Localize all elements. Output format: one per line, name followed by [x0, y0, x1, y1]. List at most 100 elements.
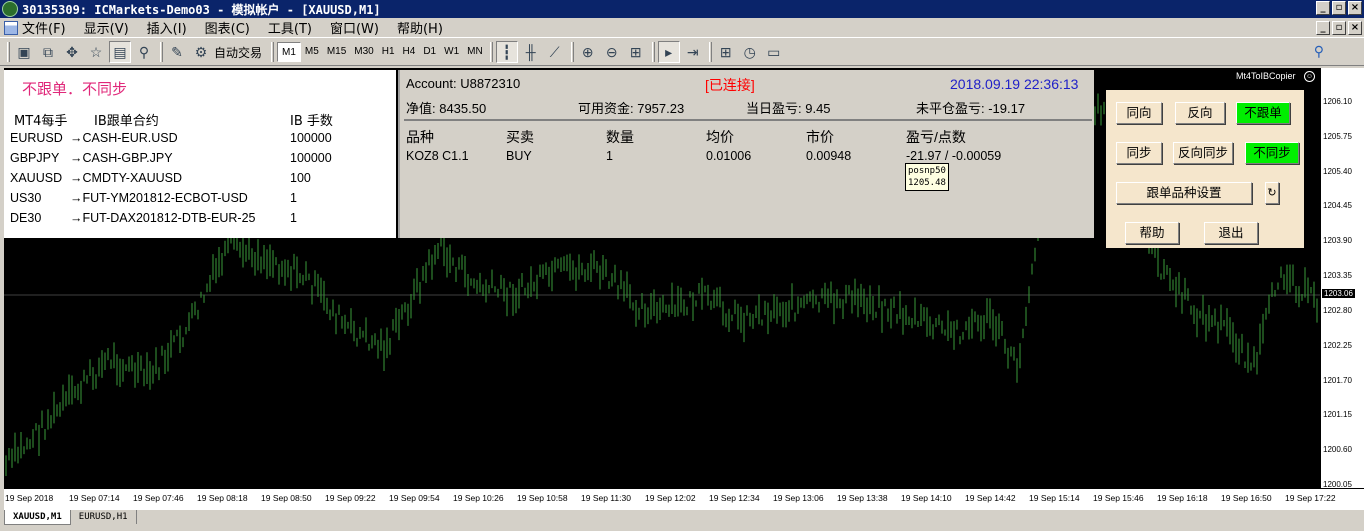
new-chart-icon[interactable]: ▣	[13, 41, 35, 63]
periods-icon[interactable]: ◷	[739, 41, 761, 63]
timeframe-m15[interactable]: M15	[323, 42, 350, 62]
col-avg-price: 均价	[706, 129, 734, 145]
new-order-icon[interactable]: ✎	[166, 41, 188, 63]
account-id: Account: U8872310	[406, 76, 521, 91]
toolbar-grip[interactable]	[7, 42, 10, 62]
exit-button[interactable]: 退出	[1204, 222, 1258, 244]
timeframe-mn[interactable]: MN	[463, 42, 487, 62]
menu-file[interactable]: 文件(F)	[22, 18, 75, 37]
help-button[interactable]: 帮助	[1125, 222, 1179, 244]
symbol-settings-button[interactable]: 跟单品种设置	[1116, 182, 1252, 204]
search-icon[interactable]: ⚲	[1314, 43, 1324, 60]
same-direction-button[interactable]: 同向	[1116, 102, 1162, 124]
timeframe-h4[interactable]: H4	[399, 42, 420, 62]
position-side: BUY	[506, 149, 532, 163]
reverse-button[interactable]: 反向	[1175, 102, 1225, 124]
menu-bar: 文件(F) 显示(V) 插入(I) 图表(C) 工具(T) 窗口(W) 帮助(H…	[0, 18, 1364, 38]
mapping-lots: 1	[290, 191, 297, 205]
toolbar-grip	[160, 42, 163, 62]
sync-button[interactable]: 同步	[1116, 142, 1162, 164]
mapping-row: DE30 →FUT-DAX201812-DTB-EUR-25 1	[10, 211, 297, 225]
follow-status: 不跟单．不同步	[22, 80, 128, 98]
x-tick: 19 Sep 16:18	[1157, 493, 1208, 503]
close-button[interactable]: ×	[1348, 1, 1362, 15]
child-minimize-button[interactable]: _	[1316, 21, 1330, 35]
equity: 净值: 8435.50	[406, 101, 487, 116]
toolbar-grip	[570, 42, 574, 62]
mapping-target: →CASH-GBP.JPY	[70, 151, 173, 165]
timeframe-d1[interactable]: D1	[419, 42, 440, 62]
restore-button[interactable]: ▫	[1332, 1, 1346, 15]
mapping-symbol: GBPJPY	[10, 151, 60, 165]
divider	[404, 119, 1092, 121]
chart-shift-icon[interactable]: ⇥	[682, 41, 704, 63]
hover-tooltip: posnp50 1205.48	[905, 163, 949, 191]
x-tick: 19 Sep 09:54	[389, 493, 440, 503]
price-axis: 1206.10 1205.75 1205.40 1204.45 1203.90 …	[1320, 68, 1364, 489]
tile-windows-icon[interactable]: ⊞	[625, 41, 647, 63]
refresh-icon[interactable]: ↻	[1265, 182, 1279, 204]
position-pnl: -21.97 / -0.00059	[906, 149, 1002, 163]
header-ib-contract: IB跟单合约	[94, 114, 159, 129]
timeframe-w1[interactable]: W1	[440, 42, 463, 62]
indicators-icon[interactable]: ⊞	[715, 41, 737, 63]
profiles-icon[interactable]: ⧉	[37, 41, 59, 63]
no-sync-button[interactable]: 不同步	[1245, 142, 1299, 164]
menu-window[interactable]: 窗口(W)	[330, 18, 388, 37]
timeframe-m5[interactable]: M5	[301, 42, 323, 62]
candlestick-icon[interactable]: ╫	[520, 41, 542, 63]
autoscroll-icon[interactable]: ▸	[657, 41, 680, 63]
x-tick: 19 Sep 08:50	[261, 493, 312, 503]
x-tick: 19 Sep 14:42	[965, 493, 1016, 503]
strategy-tester-icon[interactable]: ⚲	[133, 41, 155, 63]
minimize-button[interactable]: _	[1316, 1, 1330, 15]
x-tick: 19 Sep 14:10	[901, 493, 952, 503]
position-avg-price: 0.01006	[706, 149, 752, 163]
timeframe-m30[interactable]: M30	[350, 42, 377, 62]
tab-xauusd-m1[interactable]: XAUUSD,M1	[4, 510, 71, 525]
chart-document-icon[interactable]	[4, 20, 18, 35]
x-tick: 19 Sep 15:14	[1029, 493, 1080, 503]
x-tick: 19 Sep 12:02	[645, 493, 696, 503]
zoom-in-icon[interactable]: ⊕	[577, 41, 599, 63]
templates-icon[interactable]: ▭	[763, 41, 785, 63]
mapping-lots: 1	[290, 211, 297, 225]
bar-chart-icon[interactable]: ┇	[495, 41, 518, 63]
col-qty: 数量	[606, 129, 634, 145]
line-chart-icon[interactable]: ⟋	[544, 41, 566, 63]
x-tick: 19 Sep 07:14	[69, 493, 120, 503]
menu-help[interactable]: 帮助(H)	[397, 18, 452, 37]
window-controls: _ ▫ ×	[1316, 1, 1362, 15]
connection-status: [已连接]	[705, 77, 755, 93]
menu-view[interactable]: 显示(V)	[84, 18, 138, 37]
timeframe-h1[interactable]: H1	[378, 42, 399, 62]
position-qty: 1	[606, 149, 613, 163]
favorites-icon[interactable]: ☆	[85, 41, 107, 63]
mapping-row: EURUSD →CASH-EUR.USD 100000	[10, 131, 332, 145]
child-restore-button[interactable]: ▫	[1332, 21, 1346, 35]
mapping-target: →FUT-YM201812-ECBOT-USD	[70, 191, 248, 205]
menu-tools[interactable]: 工具(T)	[268, 18, 321, 37]
y-tick: 1201.70	[1323, 376, 1352, 385]
mapping-lots: 100000	[290, 151, 332, 165]
toolbar-grip	[708, 42, 712, 62]
current-price-label: 1203.06	[1322, 289, 1355, 298]
timeframe-m1[interactable]: M1	[277, 42, 301, 62]
reverse-sync-button[interactable]: 反向同步	[1173, 142, 1233, 164]
tab-eurusd-h1[interactable]: EURUSD,H1	[71, 510, 137, 524]
x-tick: 19 Sep 2018	[5, 493, 54, 503]
navigator-icon[interactable]: ▤	[109, 41, 131, 63]
crosshair-icon[interactable]: ✥	[61, 41, 83, 63]
symbol-mapping-panel: 不跟单．不同步 MT4每手 IB跟单合约 IB 手数 EURUSD →CASH-E…	[4, 70, 396, 238]
header-ib-lots: IB 手数	[290, 114, 333, 129]
col-side: 买卖	[506, 129, 534, 145]
x-tick: 19 Sep 10:26	[453, 493, 504, 503]
mapping-target: →CASH-EUR.USD	[70, 131, 178, 145]
zoom-out-icon[interactable]: ⊖	[601, 41, 623, 63]
autotrade-button[interactable]: 自动交易	[214, 44, 262, 61]
autotrade-icon[interactable]: ⚙	[190, 41, 212, 63]
menu-insert[interactable]: 插入(I)	[147, 18, 196, 37]
child-close-button[interactable]: ×	[1348, 21, 1362, 35]
no-follow-button[interactable]: 不跟单	[1236, 102, 1290, 124]
menu-charts[interactable]: 图表(C)	[205, 18, 259, 37]
